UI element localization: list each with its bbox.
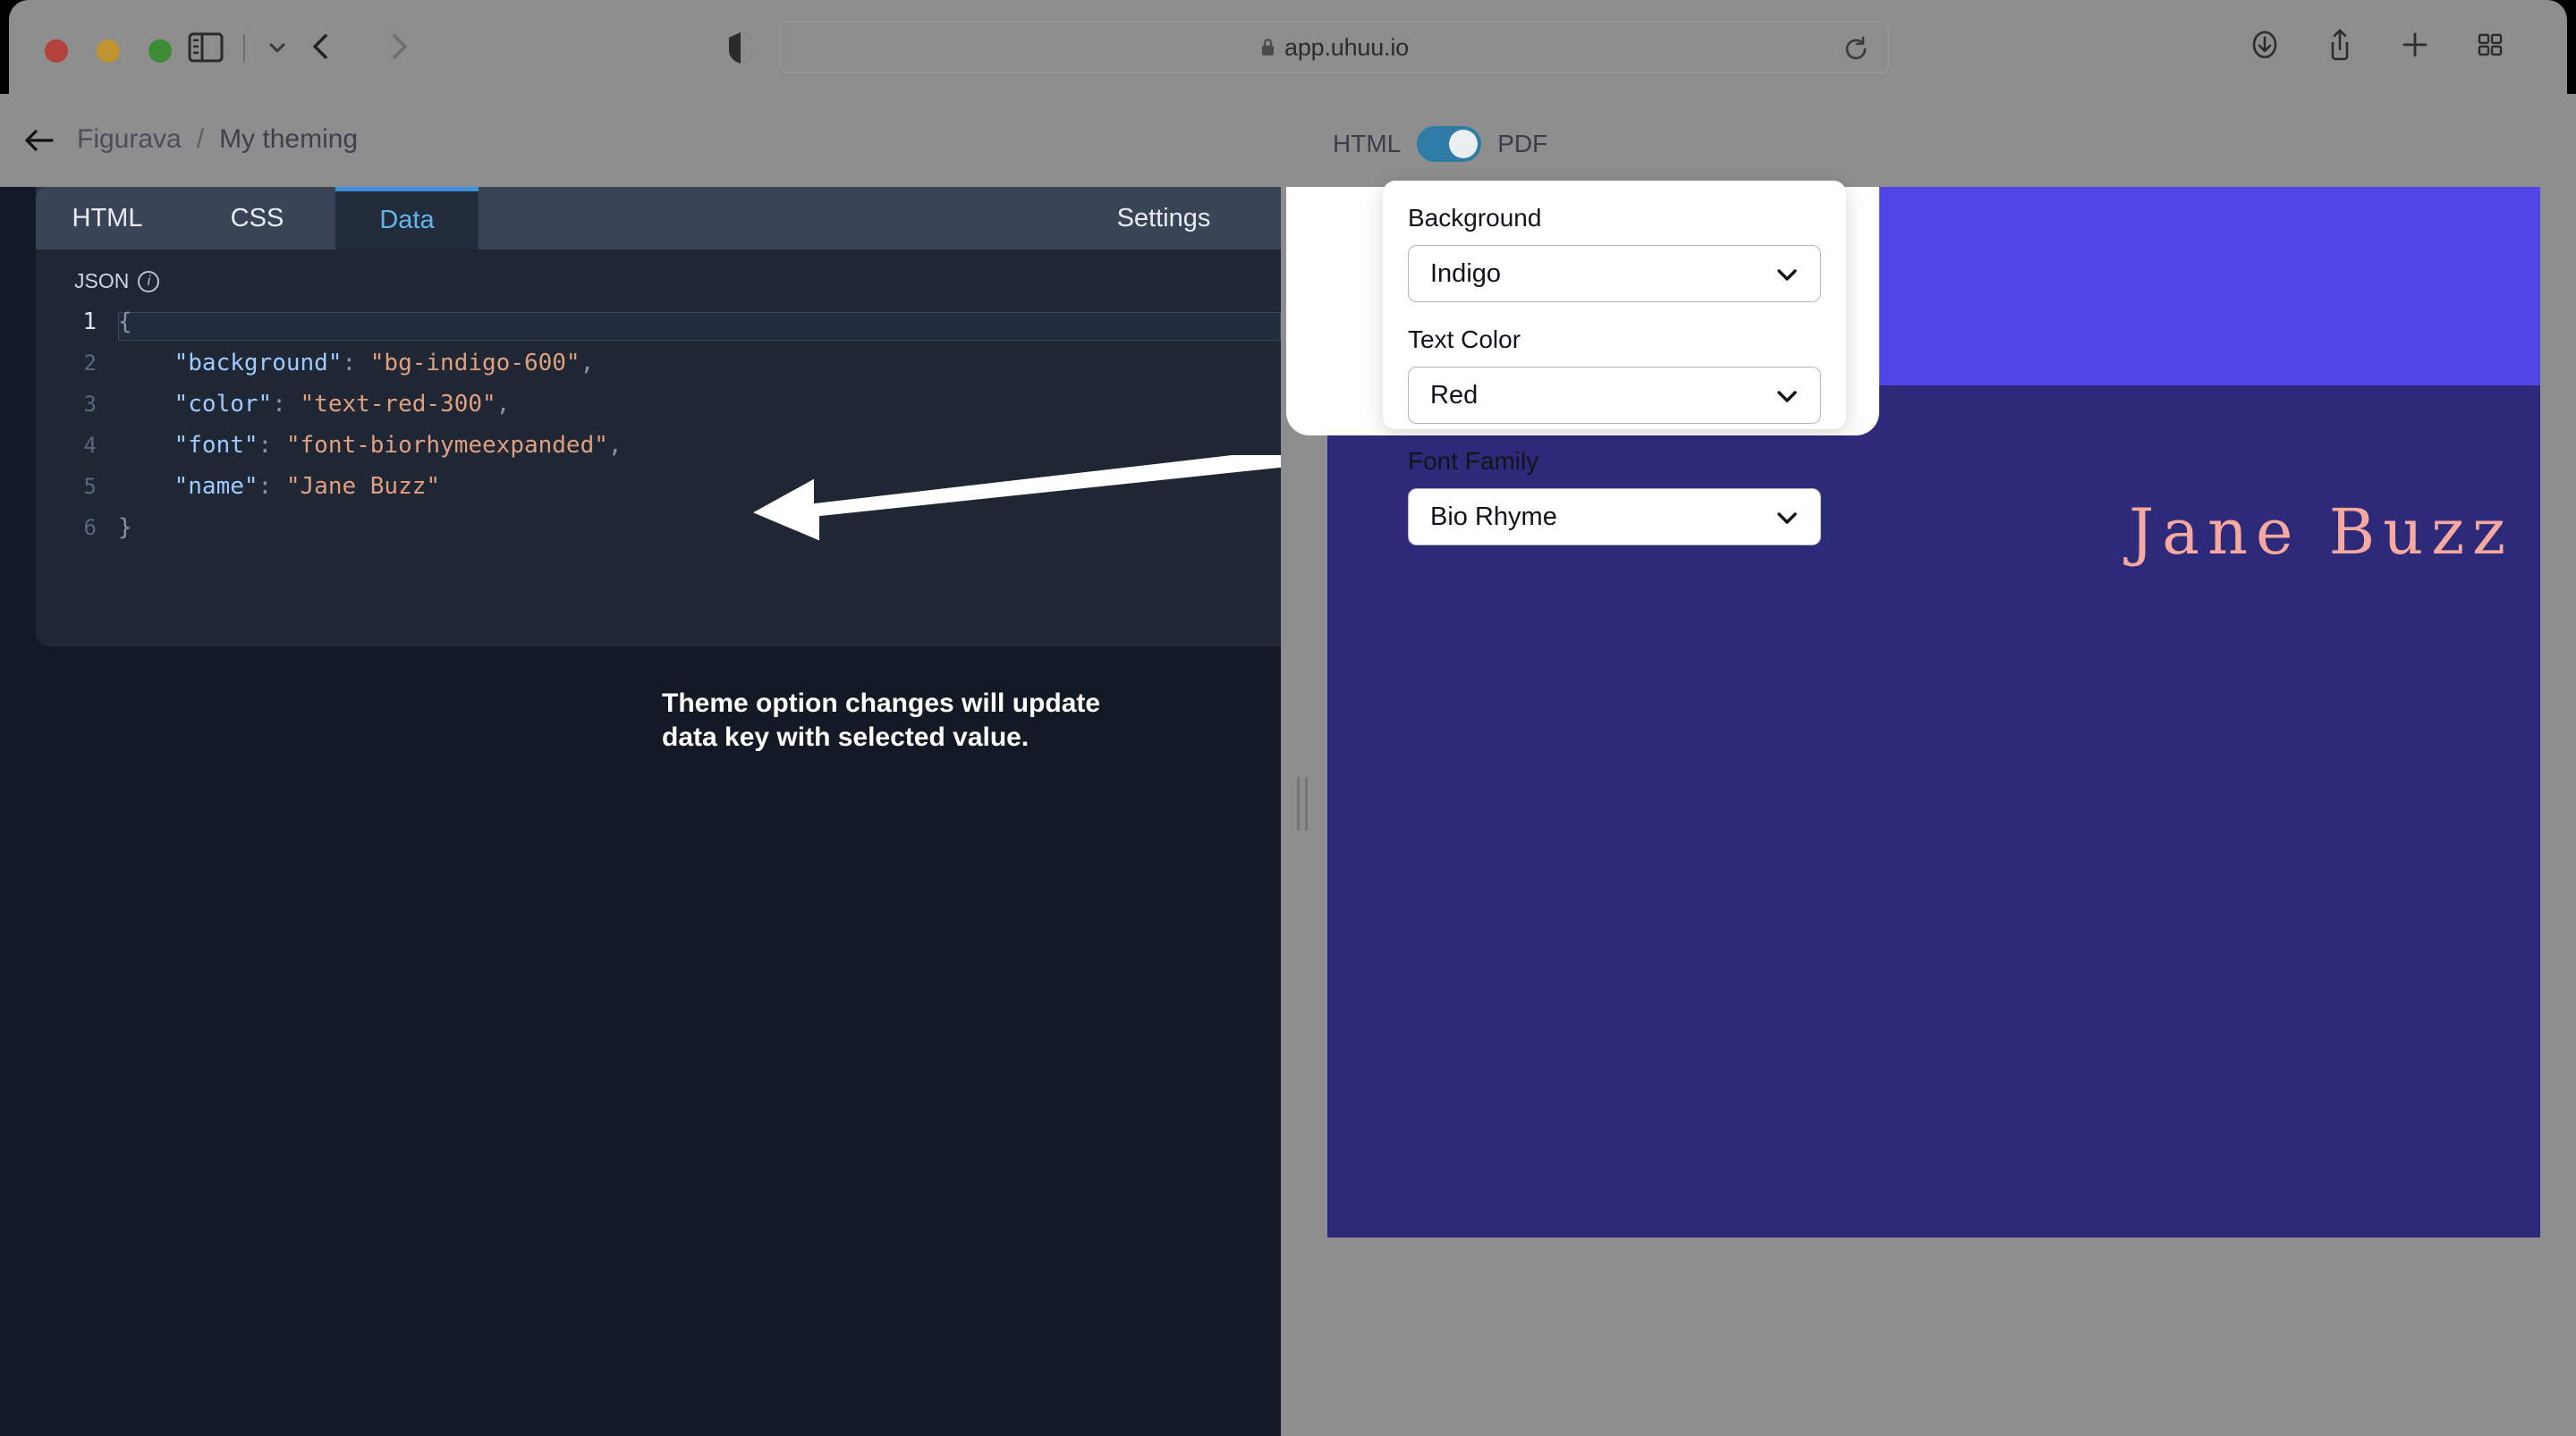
annotation-line-2: data key with selected value. — [662, 722, 1030, 753]
font-family-select-value: Bio Rhyme — [1430, 502, 1557, 531]
code-token: "text-red-300" — [300, 391, 496, 418]
code-line[interactable]: 2 "background": "bg-indigo-600", — [36, 350, 1281, 376]
address-bar-url: app.uhuu.io — [1284, 33, 1409, 61]
tab-settings[interactable]: Settings — [1046, 187, 1281, 249]
browser-toolbar-actions — [2247, 25, 2508, 64]
minimize-window-button[interactable] — [97, 39, 120, 63]
app-body: HTML CSS Data Settings JSON i 1{2 "backg… — [0, 181, 2576, 1436]
browser-chrome: app.uhuu.io — [0, 0, 2576, 94]
line-number: 6 — [83, 515, 97, 540]
share-icon[interactable] — [2322, 25, 2358, 64]
app-header: Figurava / My theming HTML PDF Theme Up … — [0, 94, 2576, 281]
code-line-content: { — [118, 310, 132, 334]
tab-data[interactable]: Data — [335, 187, 479, 249]
text-color-select[interactable]: Red — [1408, 367, 1821, 424]
code-token: { — [118, 308, 132, 335]
code-token: "Jane Buzz" — [285, 473, 441, 500]
code-token: "background" — [174, 350, 343, 376]
code-line-content: "name": "Jane Buzz" — [118, 475, 440, 498]
line-number: 4 — [83, 433, 97, 458]
tab-overview-icon[interactable] — [2472, 25, 2508, 64]
code-token: "bg-indigo-600" — [369, 350, 580, 376]
window-traffic-lights — [45, 39, 172, 63]
code-line-content: } — [118, 516, 132, 539]
editor-card: HTML CSS Data Settings JSON i 1{2 "backg… — [36, 187, 1281, 646]
theme-options-panel: Background Indigo Text Color Red Font Fa… — [1383, 181, 1846, 545]
output-mode-toggle-group: HTML PDF — [1333, 126, 1547, 162]
editor-format-label: JSON i — [74, 269, 160, 293]
mode-label-html: HTML — [1333, 130, 1402, 157]
close-window-button[interactable] — [45, 39, 68, 63]
code-token: : — [272, 391, 301, 418]
code-line-content: "background": "bg-indigo-600", — [118, 350, 595, 376]
new-tab-icon[interactable] — [2397, 25, 2433, 64]
editor-tabbar: HTML CSS Data Settings — [36, 187, 1281, 249]
zoom-window-button[interactable] — [148, 39, 172, 63]
chevron-down-icon[interactable] — [259, 30, 295, 64]
code-line[interactable]: 1{ — [36, 308, 1281, 341]
browser-toolbar: app.uhuu.io — [9, 0, 2567, 94]
line-number: 5 — [83, 474, 97, 499]
breadcrumb-root[interactable]: Figurava — [77, 124, 182, 155]
breadcrumb-current[interactable]: My theming — [219, 124, 358, 155]
code-line[interactable]: 3 "color": "text-red-300", — [36, 391, 1281, 418]
annotation-arrow-icon — [753, 455, 1351, 541]
format-text: JSON — [74, 269, 130, 292]
code-token: "color" — [174, 391, 273, 418]
back-arrow-icon[interactable] — [22, 123, 56, 157]
code-line-content: "font": "font-biorhymeexpanded", — [118, 432, 623, 459]
breadcrumb-separator: / — [196, 124, 205, 154]
breadcrumb: Figurava / My theming — [77, 124, 358, 155]
tab-css[interactable]: CSS — [179, 187, 335, 249]
code-token: , — [580, 350, 595, 376]
mode-label-pdf: PDF — [1497, 130, 1548, 157]
line-number: 3 — [83, 392, 97, 417]
code-line-content: "color": "text-red-300", — [118, 391, 511, 418]
code-token: "font-biorhymeexpanded" — [285, 432, 608, 459]
shield-icon[interactable] — [724, 29, 757, 66]
background-select[interactable]: Indigo — [1408, 245, 1821, 302]
code-token: : — [258, 473, 286, 500]
forward-icon[interactable] — [377, 25, 420, 68]
code-token: : — [342, 350, 370, 376]
toolbar-divider — [243, 34, 245, 63]
code-token: : — [258, 432, 286, 459]
reload-icon[interactable] — [1842, 35, 1870, 63]
background-select-value: Indigo — [1430, 258, 1502, 288]
chevron-down-icon — [1777, 269, 1797, 281]
editor-region: HTML CSS Data Settings JSON i 1{2 "backg… — [0, 187, 1351, 1436]
annotation-line-1: Theme option changes will update — [662, 688, 1101, 718]
text-color-select-value: Red — [1430, 380, 1479, 410]
line-number: 1 — [82, 308, 97, 335]
back-icon[interactable] — [300, 25, 343, 68]
chevron-down-icon — [1777, 512, 1797, 524]
output-mode-toggle[interactable] — [1417, 126, 1482, 162]
toggle-knob — [1449, 130, 1479, 158]
code-token: "font" — [174, 432, 258, 459]
splitter-handle[interactable] — [1297, 777, 1311, 831]
chevron-down-icon — [1777, 391, 1797, 402]
downloads-icon[interactable] — [2247, 25, 2283, 64]
code-token: , — [496, 391, 511, 418]
address-bar[interactable]: app.uhuu.io — [780, 21, 1889, 73]
tab-html[interactable]: HTML — [36, 187, 179, 249]
code-token: , — [607, 432, 623, 459]
code-token: "name" — [174, 473, 258, 500]
info-icon[interactable]: i — [138, 270, 160, 292]
code-line[interactable]: 4 "font": "font-biorhymeexpanded", — [36, 432, 1281, 459]
sidebar-icon[interactable] — [184, 29, 227, 66]
code-token: } — [118, 514, 132, 541]
lock-icon — [1262, 38, 1275, 55]
font-family-select[interactable]: Bio Rhyme — [1408, 488, 1821, 545]
label-text-color: Text Color — [1408, 325, 1521, 353]
annotation-text: Theme option changes will update data ke… — [662, 687, 1270, 756]
label-background: Background — [1408, 204, 1542, 232]
line-number: 2 — [83, 351, 97, 376]
current-line-highlight — [118, 312, 1281, 341]
label-font-family: Font Family — [1408, 447, 1539, 475]
